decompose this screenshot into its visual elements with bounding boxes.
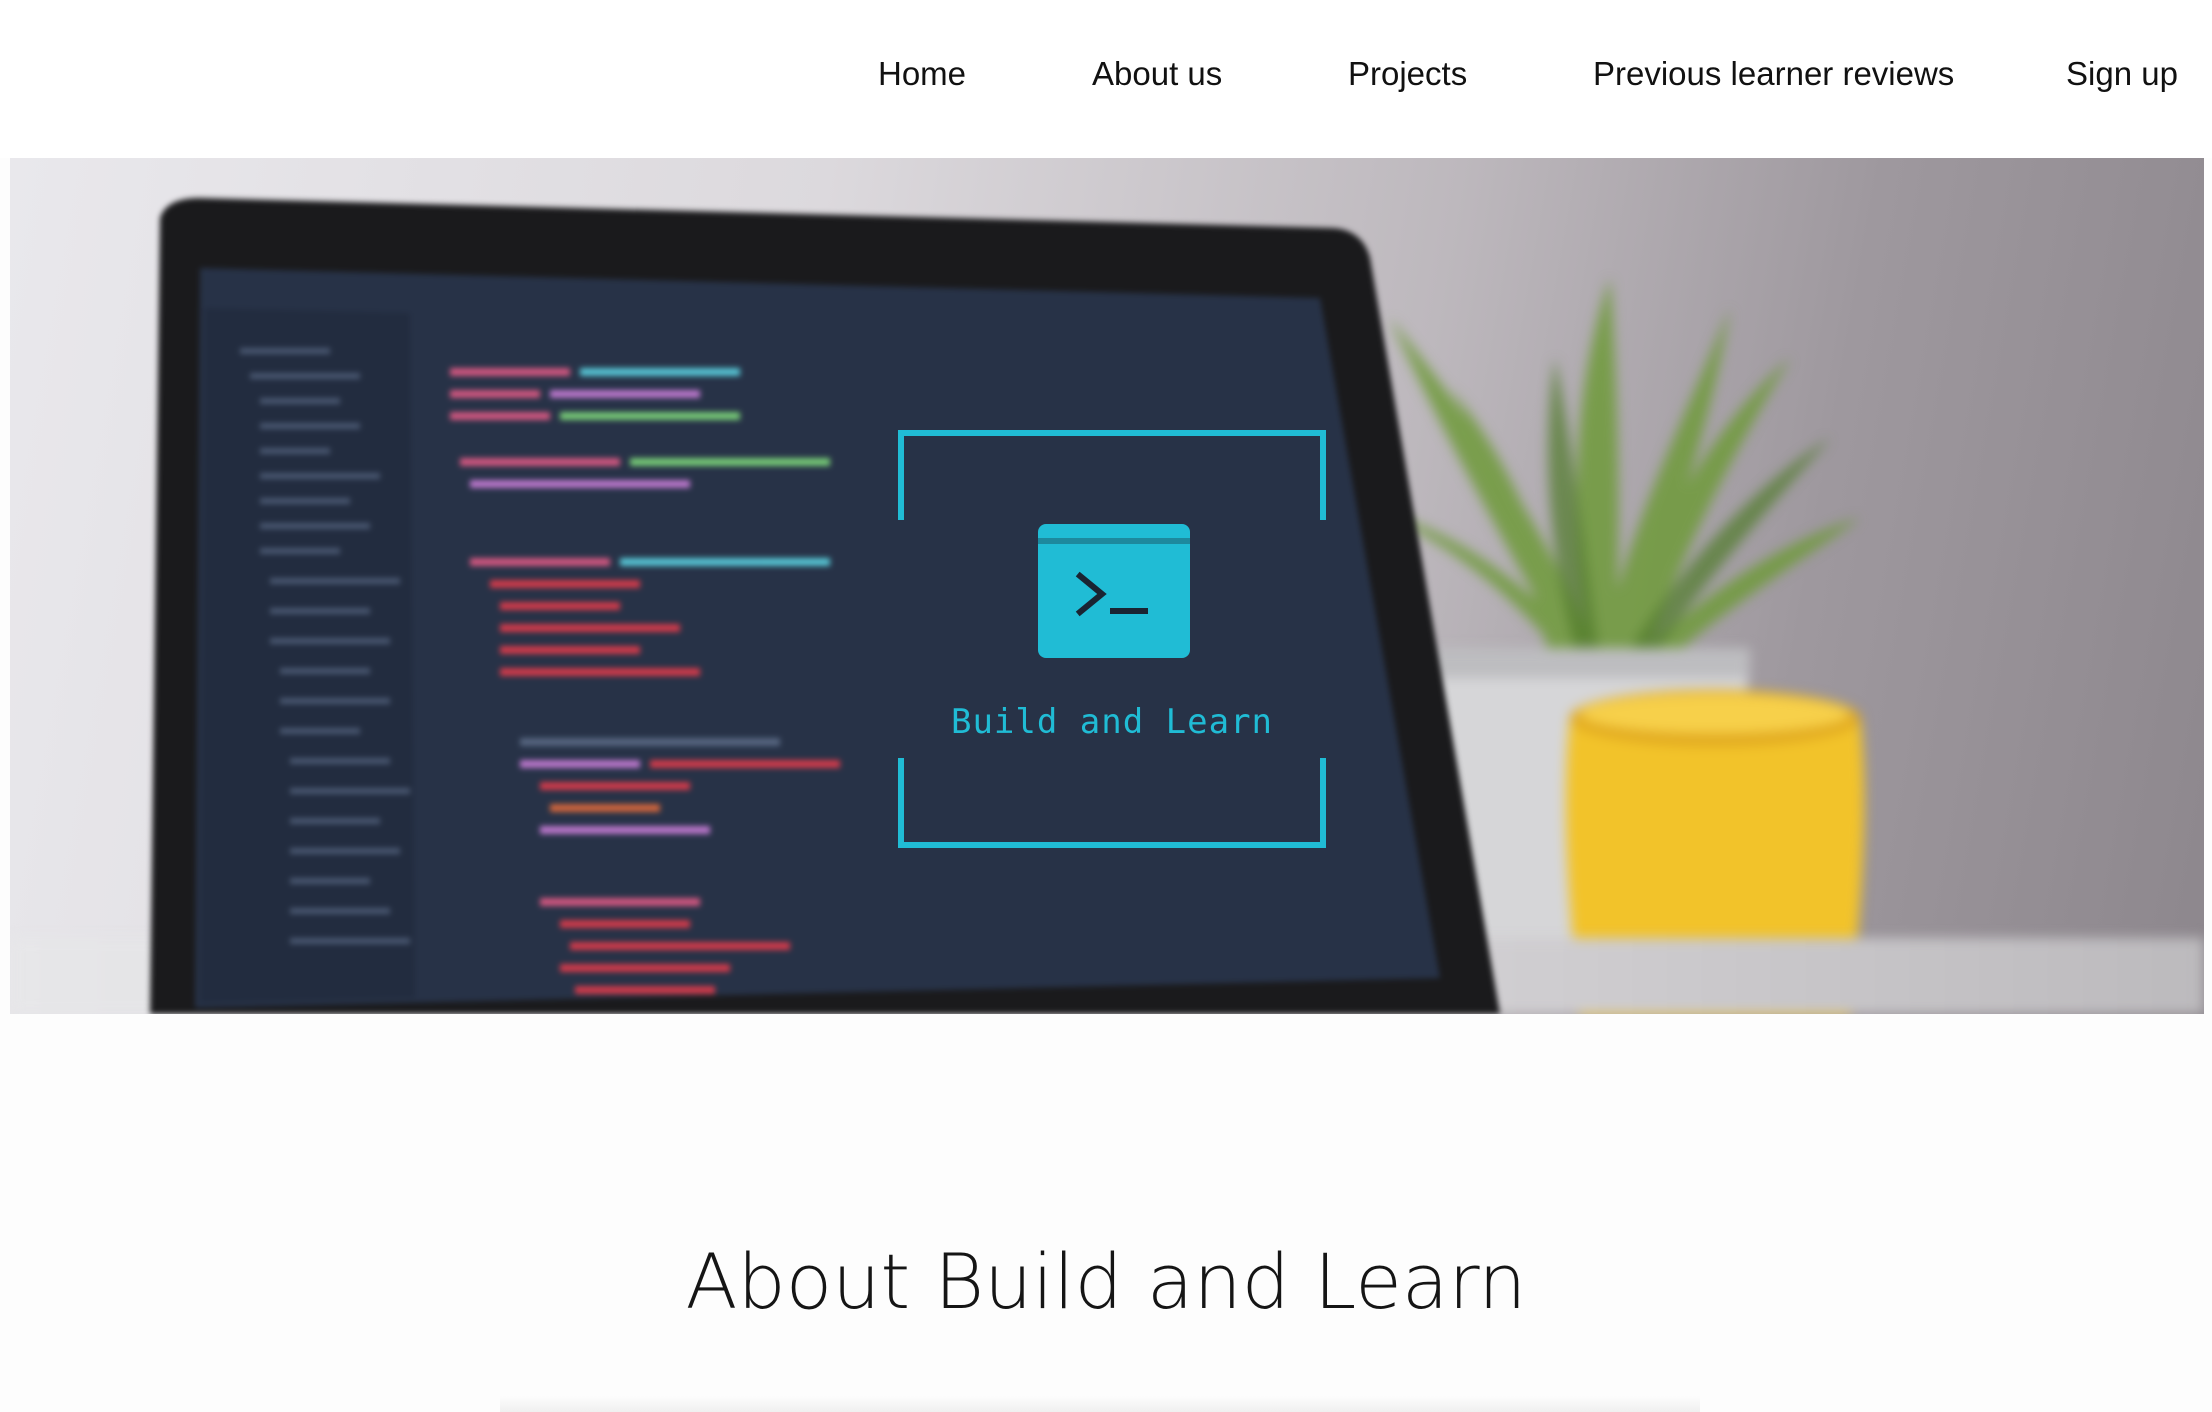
terminal-window-icon: [1038, 524, 1190, 658]
nav-sign-up-link[interactable]: Sign up: [2066, 48, 2178, 100]
brand-name: Build and Learn: [950, 702, 1274, 742]
about-section-divider: [500, 1396, 1700, 1412]
nav-about-us-link[interactable]: About us: [1092, 48, 1222, 100]
hero-banner: Build and Learn: [10, 158, 2204, 1014]
nav-home-link[interactable]: Home: [878, 48, 966, 100]
nav-projects-link[interactable]: Projects: [1348, 48, 1467, 100]
top-nav: Home About us Projects Previous learner …: [0, 0, 2212, 158]
hero-logo: Build and Learn: [898, 430, 1326, 848]
nav-reviews-link[interactable]: Previous learner reviews: [1593, 48, 1954, 100]
about-section-title: About Build and Learn: [685, 1237, 1527, 1326]
